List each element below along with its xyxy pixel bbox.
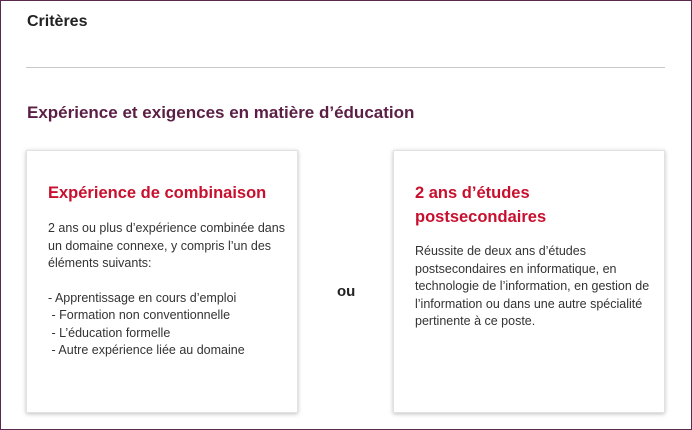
experience-card-intro: 2 ans ou plus d’expérience combinée dans… [48,221,285,270]
experience-card-title: Expérience de combinaison [48,184,267,202]
or-connector: ou [337,283,356,300]
education-card-intro: Réussite de deux ans d’études postsecond… [415,244,650,328]
education-card-title: 2 ans d’études postsecondaires [415,184,547,226]
criteria-panel: Critères Expérience et exigences en mati… [0,0,692,430]
section-title: Expérience et exigences en matière d’édu… [27,103,415,122]
divider [26,67,665,68]
list-item: - Formation non conventionnelle [48,308,231,322]
education-card-body: Réussite de deux ans d’études postsecond… [415,243,655,331]
education-card: 2 ans d’études postsecondaires Réussite … [393,150,665,413]
experience-card: Expérience de combinaison 2 ans ou plus … [26,150,298,413]
experience-card-body: 2 ans ou plus d’expérience combinée dans… [48,220,288,360]
list-item: - Apprentissage en cours d’emploi [48,290,237,305]
list-item: - Autre expérience liée au domaine [48,343,245,357]
page-heading: Critères [27,13,88,30]
list-item: - L’éducation formelle [48,325,171,340]
experience-list: - Apprentissage en cours d’emploi - Form… [48,290,288,360]
